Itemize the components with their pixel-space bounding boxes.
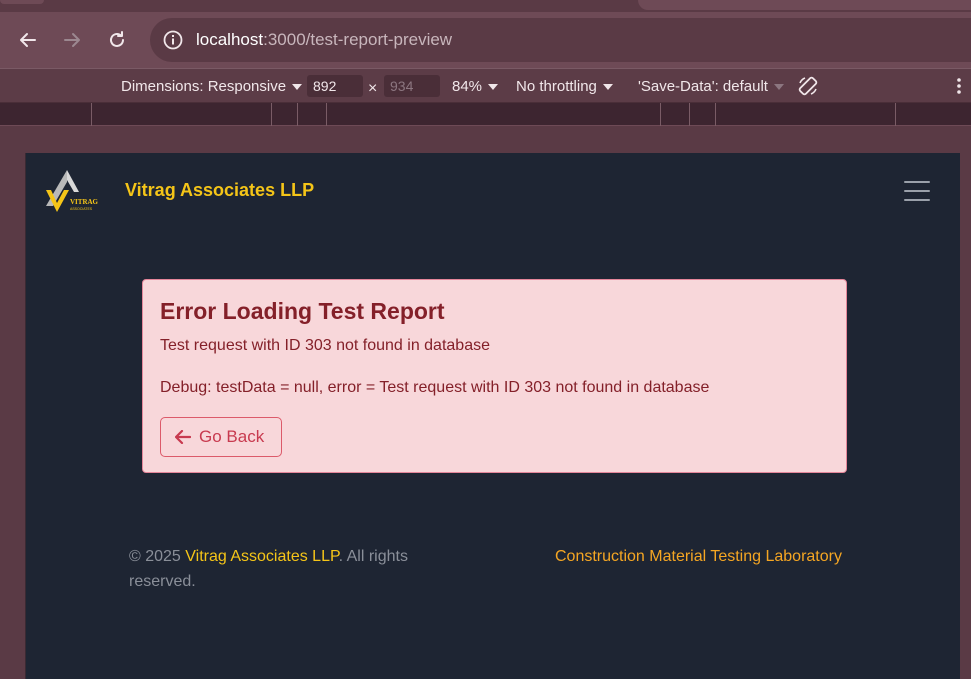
logo-subtext: ASSOCIATES bbox=[70, 207, 93, 211]
chevron-down-icon bbox=[488, 84, 499, 91]
brand-name[interactable]: Vitrag Associates LLP bbox=[125, 180, 314, 201]
error-title: Error Loading Test Report bbox=[160, 298, 445, 324]
device-toolbar: Dimensions: Responsive 892 × 934 84% No … bbox=[0, 68, 971, 103]
address-bar[interactable]: localhost:3000/test-report-preview bbox=[150, 18, 971, 62]
dimensions-label: Dimensions: Responsive bbox=[121, 78, 287, 95]
info-icon[interactable] bbox=[162, 29, 184, 51]
width-input[interactable]: 892 bbox=[307, 75, 363, 97]
dimensions-dropdown[interactable]: Dimensions: Responsive bbox=[121, 78, 303, 95]
save-data-label: 'Save-Data': default bbox=[638, 78, 768, 95]
browser-toolbar: localhost:3000/test-report-preview bbox=[0, 12, 971, 68]
ruler-tick[interactable] bbox=[271, 103, 272, 126]
ruler-tick[interactable] bbox=[715, 103, 716, 126]
ruler-tick[interactable] bbox=[689, 103, 690, 126]
copyright-prefix: © 2025 bbox=[129, 548, 186, 565]
footer-copyright: © 2025 Vitrag Associates LLP. All rights… bbox=[129, 544, 449, 594]
error-debug: Debug: testData = null, error = Test req… bbox=[160, 379, 710, 396]
url-text[interactable]: localhost:3000/test-report-preview bbox=[196, 30, 452, 50]
error-message: Test request with ID 303 not found in da… bbox=[160, 337, 490, 354]
error-alert: Error Loading Test Report Test request w… bbox=[142, 279, 847, 473]
tab-strip bbox=[0, 0, 971, 12]
url-host: localhost bbox=[196, 30, 264, 49]
hamburger-menu-icon[interactable] bbox=[904, 179, 932, 203]
url-path: :3000/test-report-preview bbox=[263, 30, 453, 49]
footer-tagline: Construction Material Testing Laboratory bbox=[555, 548, 842, 565]
logo-text: VITRAG bbox=[70, 198, 99, 206]
forward-arrow-icon[interactable] bbox=[58, 26, 86, 54]
rotate-icon[interactable] bbox=[796, 74, 820, 102]
reload-icon[interactable] bbox=[103, 26, 131, 54]
back-arrow-icon[interactable] bbox=[14, 26, 42, 54]
media-query-ruler bbox=[0, 103, 971, 126]
ruler-tick[interactable] bbox=[91, 103, 92, 126]
page-viewport: VITRAG ASSOCIATES Vitrag Associates LLP … bbox=[25, 153, 960, 679]
times-separator: × bbox=[368, 80, 378, 97]
vitrag-logo[interactable]: VITRAG ASSOCIATES bbox=[43, 168, 109, 214]
ruler-tick[interactable] bbox=[895, 103, 896, 126]
tab[interactable] bbox=[0, 0, 44, 4]
chevron-down-icon bbox=[292, 84, 303, 91]
footer-brand: Vitrag Associates LLP bbox=[185, 548, 339, 565]
ruler-tick[interactable] bbox=[660, 103, 661, 126]
throttling-label: No throttling bbox=[516, 78, 597, 95]
chevron-down-icon bbox=[773, 84, 784, 91]
ruler-tick[interactable] bbox=[326, 103, 327, 126]
more-options-icon[interactable] bbox=[955, 76, 963, 100]
arrow-left-icon bbox=[175, 430, 191, 444]
tab[interactable] bbox=[638, 0, 971, 10]
ruler-tick[interactable] bbox=[297, 103, 298, 126]
throttling-dropdown[interactable]: No throttling bbox=[516, 78, 613, 95]
save-data-dropdown[interactable]: 'Save-Data': default bbox=[638, 78, 784, 95]
height-input[interactable]: 934 bbox=[384, 75, 440, 97]
go-back-button[interactable]: Go Back bbox=[160, 417, 282, 457]
go-back-label: Go Back bbox=[199, 427, 265, 446]
zoom-label: 84% bbox=[452, 78, 483, 95]
zoom-dropdown[interactable]: 84% bbox=[452, 78, 499, 95]
chevron-down-icon bbox=[602, 84, 613, 91]
